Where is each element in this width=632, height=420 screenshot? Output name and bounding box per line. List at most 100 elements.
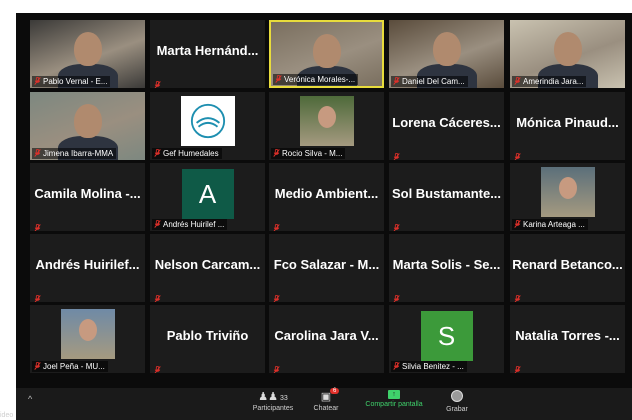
participant-initial-avatar: A <box>181 169 234 219</box>
participant-tile[interactable]: Amerindia Jara... <box>510 20 625 88</box>
participant-name-label: Joel Peña - MU... <box>32 361 108 372</box>
participant-name-label: Rocio Silva - M... <box>271 148 346 159</box>
profile-picture <box>60 309 115 359</box>
participant-name-text: Joel Peña - MU... <box>43 362 105 371</box>
participant-name-label: Jimena Ibarra-MMA <box>32 148 117 159</box>
participant-tile[interactable]: Marta Hernánd... <box>150 20 265 88</box>
muted-mic-icon <box>514 290 522 302</box>
muted-mic-icon <box>393 362 400 370</box>
participants-icon: ♟♟ <box>258 391 278 403</box>
participant-name: Mónica Pinaud... <box>516 115 619 130</box>
record-label: Grabar <box>446 406 468 413</box>
participant-name-text: Rocio Silva - M... <box>282 149 343 158</box>
muted-mic-icon <box>154 361 162 373</box>
muted-mic-icon <box>34 362 41 370</box>
muted-mic-icon <box>154 149 161 157</box>
participant-tile[interactable]: Andrés Huirilef... <box>30 234 145 302</box>
participant-tile[interactable]: Joel Peña - MU... <box>30 305 145 373</box>
participant-name-text: Amerindia Jara... <box>523 77 584 86</box>
participant-name-text: Daniel Del Cam... <box>402 77 465 86</box>
participant-tile[interactable]: Daniel Del Cam... <box>389 20 504 88</box>
profile-figure <box>317 106 336 128</box>
participant-figure <box>73 104 102 138</box>
participant-tile[interactable]: Mónica Pinaud... <box>510 92 625 160</box>
participant-name: Lorena Cáceres... <box>392 115 501 130</box>
muted-mic-icon <box>275 75 282 83</box>
muted-mic-icon <box>34 77 41 85</box>
video-button-label[interactable]: ideo <box>0 412 13 419</box>
participant-tile[interactable]: Sol Bustamante... <box>389 163 504 231</box>
participant-tile[interactable]: Renard Betanco... <box>510 234 625 302</box>
participant-tile[interactable]: Gef Humedales <box>150 92 265 160</box>
participant-tile[interactable]: Camila Molina -... <box>30 163 145 231</box>
participant-tile[interactable]: Natalia Torres -... <box>510 305 625 373</box>
participant-name-label: Daniel Del Cam... <box>391 76 468 87</box>
participant-tile[interactable]: Lorena Cáceres... <box>389 92 504 160</box>
participant-name: Marta Hernánd... <box>156 43 259 58</box>
participant-name-text: Silvia Benitez - ... <box>402 362 464 371</box>
chat-label: Chatear <box>313 405 339 412</box>
share-screen-icon: ↑ <box>388 390 400 399</box>
share-screen-button[interactable]: ↑ Compartir pantalla <box>354 390 434 408</box>
profile-picture <box>540 167 595 217</box>
participant-tile[interactable]: Verónica Morales-... <box>269 20 384 88</box>
video-options-chevron-icon[interactable]: ^ <box>28 394 32 404</box>
participant-name: Nelson Carcam... <box>154 257 261 272</box>
record-button[interactable]: Grabar <box>442 390 472 413</box>
muted-mic-icon <box>34 219 42 231</box>
participant-figure <box>553 32 582 66</box>
participant-name-label: Silvia Benitez - ... <box>391 361 467 372</box>
participant-tile[interactable]: A Andrés Huirilef ... <box>150 163 265 231</box>
muted-mic-icon <box>273 361 281 373</box>
chat-badge: 6 <box>330 388 340 394</box>
participants-button[interactable]: ♟♟ 33 Participantes <box>242 390 304 412</box>
muted-mic-icon <box>514 220 521 228</box>
participant-tile[interactable]: Karina Arteaga ... <box>510 163 625 231</box>
muted-mic-icon <box>514 361 522 373</box>
participants-count: 33 <box>279 395 288 402</box>
participant-name-text: Jimena Ibarra-MMA <box>43 149 114 158</box>
participant-tile[interactable]: Pablo Vernal - E... <box>30 20 145 88</box>
muted-mic-icon <box>273 290 281 302</box>
participant-name: Carolina Jara V... <box>274 328 379 343</box>
organization-logo <box>180 96 235 146</box>
participant-name: Fco Salazar - M... <box>273 257 380 272</box>
participant-name: Marta Solis - Se... <box>392 257 501 272</box>
muted-mic-icon <box>393 290 401 302</box>
participant-name-label: Verónica Morales-... <box>273 74 359 85</box>
muted-mic-icon <box>273 149 280 157</box>
participant-tile[interactable]: Fco Salazar - M... <box>269 234 384 302</box>
participant-name-label: Karina Arteaga ... <box>512 219 588 230</box>
participant-figure <box>73 32 102 66</box>
participant-name-label: Gef Humedales <box>152 148 222 159</box>
participant-name: Medio Ambient... <box>274 186 379 201</box>
chat-button[interactable]: ▣ 6 Chatear <box>306 388 346 412</box>
muted-mic-icon <box>393 148 401 160</box>
record-icon <box>451 390 463 402</box>
participant-name: Pablo Triviño <box>166 328 249 343</box>
muted-mic-icon <box>154 76 162 88</box>
participant-tile[interactable]: Rocio Silva - M... <box>269 92 384 160</box>
participant-name: Camila Molina -... <box>34 186 141 201</box>
participant-tile[interactable]: Pablo Triviño <box>150 305 265 373</box>
participant-name: Andrés Huirilef... <box>35 257 140 272</box>
profile-figure <box>558 177 577 199</box>
muted-mic-icon <box>273 219 281 231</box>
muted-mic-icon <box>154 290 162 302</box>
participant-name-label: Amerindia Jara... <box>512 76 587 87</box>
participant-tile[interactable]: Medio Ambient... <box>269 163 384 231</box>
participant-tile[interactable]: Marta Solis - Se... <box>389 234 504 302</box>
muted-mic-icon <box>393 219 401 231</box>
participant-tile[interactable]: Nelson Carcam... <box>150 234 265 302</box>
participant-tile[interactable]: Jimena Ibarra-MMA <box>30 92 145 160</box>
participant-tile[interactable]: S Silvia Benitez - ... <box>389 305 504 373</box>
participant-tile[interactable]: Carolina Jara V... <box>269 305 384 373</box>
participant-name: Natalia Torres -... <box>515 328 620 343</box>
participant-name-text: Pablo Vernal - E... <box>43 77 108 86</box>
muted-mic-icon <box>34 149 41 157</box>
participant-name: Sol Bustamante... <box>391 186 502 201</box>
participant-name-text: Gef Humedales <box>163 149 219 158</box>
participant-name-label: Pablo Vernal - E... <box>32 76 111 87</box>
zoom-gallery-window: Pablo Vernal - E... Marta Hernánd... Verón… <box>0 13 632 420</box>
profile-figure <box>78 319 97 341</box>
